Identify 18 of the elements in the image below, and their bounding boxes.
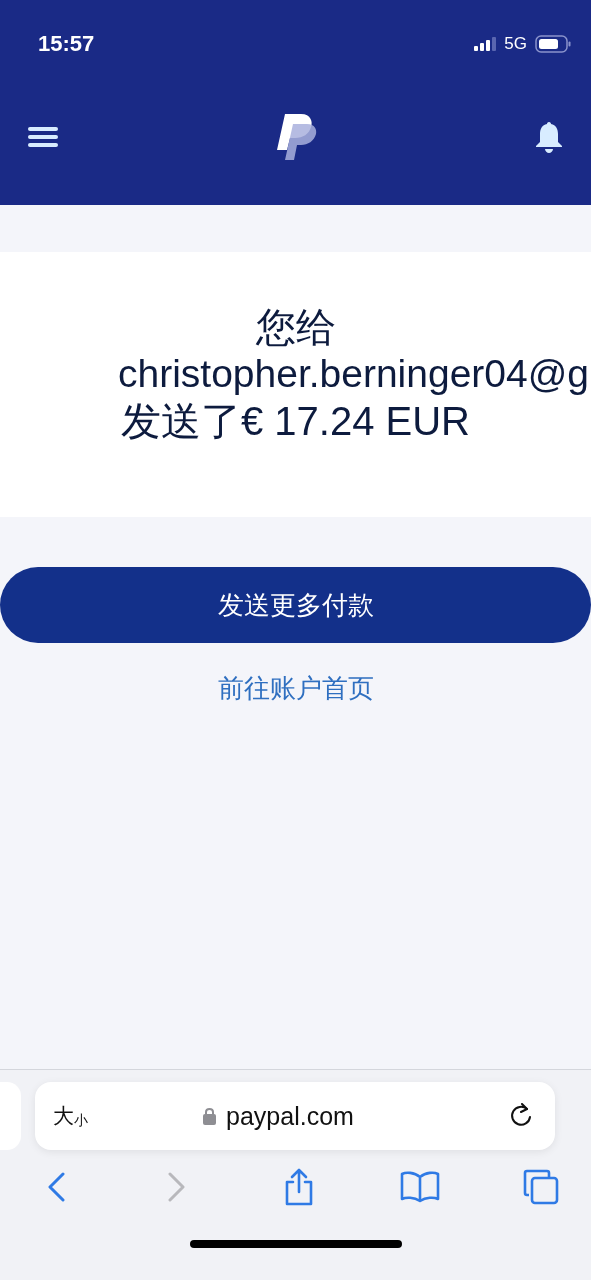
amount-line: 发送了€ 17.24 EUR [121, 397, 470, 445]
book-icon[interactable] [399, 1171, 440, 1203]
url-text: paypal.com [226, 1101, 354, 1131]
message-line: 您给 [255, 304, 336, 352]
signal-icon [474, 37, 497, 51]
send-more-button[interactable]: 发送更多付款 [0, 567, 591, 643]
back-icon[interactable] [47, 1172, 65, 1202]
lock-icon [203, 1107, 217, 1125]
status-time: 15:57 [38, 31, 95, 57]
tabs-icon[interactable] [523, 1169, 559, 1205]
logo-icon [276, 113, 317, 160]
battery-icon [535, 35, 571, 53]
account-home-link[interactable]: 前往账户首页 [217, 671, 374, 706]
bell-icon[interactable] [535, 120, 563, 153]
menu-icon[interactable] [28, 125, 58, 148]
recipient-email: christopher.berninger04@g [117, 351, 589, 398]
reload-icon[interactable] [509, 1103, 533, 1129]
network-label: 5G [504, 34, 527, 54]
